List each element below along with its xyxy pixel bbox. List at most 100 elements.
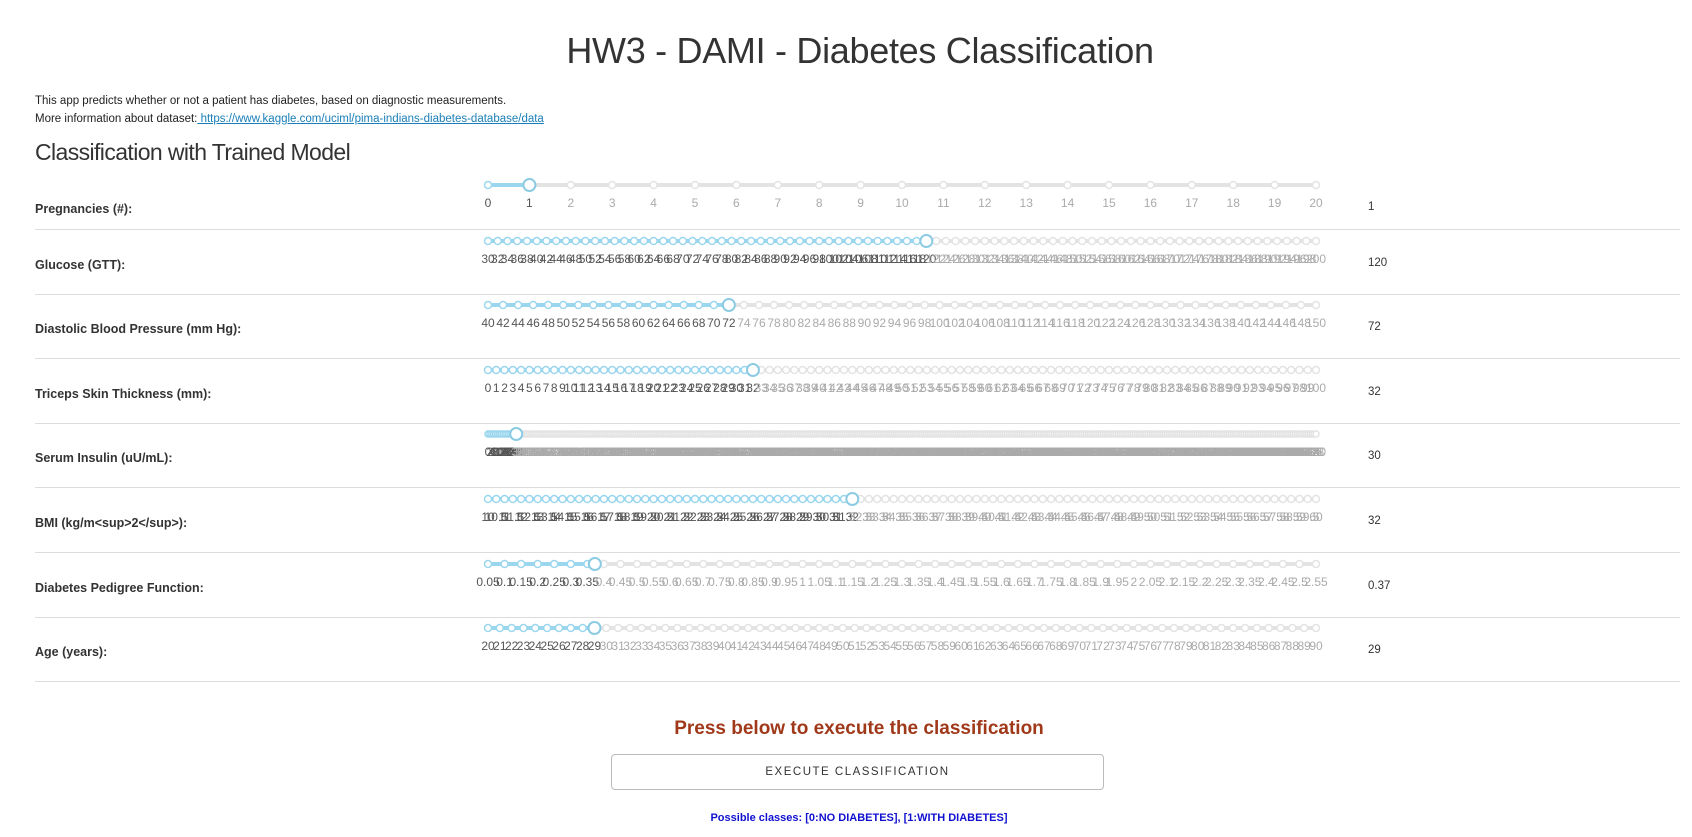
slider-handle[interactable] (509, 427, 524, 442)
slider-step-dot (875, 300, 884, 310)
slider-tick-label: 72 (722, 316, 736, 330)
slider-row-skin-thickness: Triceps Skin Thickness (mm): 32 0 1 2 3 4 5 6 7 8 9… (35, 359, 1680, 424)
slider-tick-label: 70 (707, 316, 721, 330)
slider-step-dot (629, 236, 639, 245)
slider-step-dot (1038, 236, 1048, 245)
slider-step-dot (1162, 494, 1172, 504)
slider-glucose[interactable]: 30 32 34 36 38 40 42 44 46 48 50 52 54 56 58 60 62 64 66 68… (481, 231, 1351, 271)
slider-step-dot (881, 494, 890, 504)
slider-skin-thickness[interactable]: 0 1 2 3 4 5 6 7 8 9 10 11 12 13 14 15 16 17 18 19 20 21 22 23 24… (483, 360, 1351, 400)
slider-step-dot (1212, 365, 1221, 375)
slider-tick-label: 90 (1309, 639, 1323, 653)
slider-tick-label: 9 (857, 196, 864, 210)
slider-step-dot (533, 494, 542, 504)
slider-step-dot (1157, 623, 1167, 633)
slider-step-dot (620, 236, 629, 245)
slider-tick-label: 0.95 (774, 575, 798, 589)
slider-step-dot (682, 494, 691, 504)
slider-tick-label: 0 (485, 196, 492, 210)
slider-step-dot (1228, 180, 1238, 190)
slider-step-dot (980, 559, 990, 568)
slider-step-dot (1176, 300, 1185, 310)
slider-step-dot (963, 494, 973, 504)
slider-tick-label: 12 (978, 196, 992, 210)
slider-step-dot (1051, 623, 1061, 633)
slider-svg-blood-pressure: 40 42 44 46 48 50 52 54 56 58 60 62 64 66 68 70 72 74 76 78… (481, 298, 1326, 330)
slider-step-dot (625, 623, 635, 633)
slider-step-dot (483, 559, 493, 568)
slider-step-dot (1113, 559, 1122, 568)
slider-step-dot (814, 365, 824, 375)
slider-blood-pressure[interactable]: 40 42 44 46 48 50 52 54 56 58 60 62 64 66 68 70 72 74 76 78… (481, 295, 1351, 335)
slider-step-dot (664, 300, 673, 310)
slider-step-dot (947, 365, 956, 375)
slider-step-dot (483, 180, 493, 190)
slider-step-dot (767, 623, 777, 633)
slider-step-dot (1126, 236, 1136, 245)
slider-pregnancies[interactable]: 0 1 2 3 4 5 6 7 8 9 10 11 12 13 14 15 16 17 18 19 20 (483, 175, 1351, 215)
slider-step-dot (955, 494, 965, 504)
slider-step-dot (1129, 559, 1139, 568)
slider-tick-label: 5 (526, 381, 533, 395)
slider-handle[interactable] (522, 178, 537, 192)
slider-step-dot (1098, 623, 1108, 633)
slider-step-dot (1058, 236, 1067, 245)
slider-step-dot (1161, 300, 1170, 310)
slider-tick-label: 7 (774, 196, 781, 210)
slider-tick-label: 8 (816, 196, 823, 210)
slider-step-dot (1063, 180, 1072, 190)
slider-pedigree[interactable]: 0.05 0.1 0.15 0.2 0.25 0.3 0.35 0.4 0.45 0.5 0.55 0… (476, 554, 1351, 594)
slider-step-dot (765, 365, 774, 375)
slider-handle[interactable] (587, 621, 602, 636)
slider-insulin[interactable]: 0 2 4 6 8 10 12 14 16 18 20 22 24 26 28 30 32 34 36 38 40 42 4… (483, 424, 1351, 464)
slider-svg-insulin: 0246810121416182022242628303234363840424… (484, 427, 1326, 459)
slider-value-skin-thickness: 32 (1368, 385, 1381, 398)
slider-step-dot (814, 180, 824, 190)
slider-step-dot (1303, 365, 1312, 375)
slider-handle[interactable] (587, 556, 602, 571)
slider-step-dot (795, 236, 804, 245)
slider-tick-label: 20 (1309, 196, 1323, 210)
slider-step-dot (739, 300, 749, 310)
slider-step-dot (814, 300, 824, 310)
slider-handle[interactable] (721, 298, 736, 313)
slider-step-dot (522, 236, 532, 245)
slider-step-dot (1068, 236, 1077, 245)
slider-step-dot (1030, 365, 1039, 375)
slider-age[interactable]: 20 21 22 23 24 25 26 27 28 29 30 31 32 33 34 35 36 37 38 39… (481, 618, 1351, 658)
slider-step-dot (649, 236, 658, 245)
slider-step-dot (1270, 365, 1279, 375)
slider-step-dot (823, 494, 832, 504)
slider-step-dot (781, 365, 791, 375)
slider-row-blood-pressure: Diastolic Blood Pressure (mm Hg): 72 40 42 4… (35, 294, 1680, 360)
slider-tick-label: 3 (509, 381, 516, 395)
slider-step-dot (632, 365, 642, 375)
slider-step-dot (1262, 559, 1271, 568)
slider-step-dot (500, 365, 509, 375)
slider-handle[interactable] (745, 362, 760, 377)
slider-bmi[interactable]: 10 10.5 11 11.5 12 12.5 13 13.5 14 14.5 15 15.5 16 16… (481, 489, 1351, 529)
slider-step-dot (997, 494, 1006, 504)
slider-step-dot (1221, 300, 1230, 310)
slider-step-dot (963, 365, 973, 375)
slider-step-dot (897, 494, 907, 504)
slider-step-dot (830, 300, 839, 310)
slider-tick-label: 40 (481, 316, 495, 330)
slider-step-dot (1055, 494, 1064, 504)
slider-tick-label: 68 (692, 316, 706, 330)
slider-handle[interactable] (845, 492, 860, 506)
slider-step-dot (912, 236, 921, 245)
slider-label-pregnancies: Pregnancies (#): (35, 202, 133, 216)
execute-classification-button[interactable]: EXECUTE CLASSIFICATION (611, 754, 1104, 790)
slider-tick-label: 880 (1306, 445, 1326, 459)
slider-handle[interactable] (919, 233, 934, 248)
slider-step-dot (732, 494, 741, 504)
slider-step-dot (746, 236, 756, 245)
slider-step-dot (678, 236, 688, 245)
slider-step-dot (632, 494, 642, 504)
slider-step-dot (1146, 623, 1155, 633)
slider-step-dot (756, 494, 766, 504)
slider-value-pedigree: 0.37 (1368, 579, 1391, 592)
slider-step-dot (1104, 494, 1114, 504)
dataset-link[interactable]: https://www.kaggle.com/uciml/pima-indian… (197, 113, 544, 125)
